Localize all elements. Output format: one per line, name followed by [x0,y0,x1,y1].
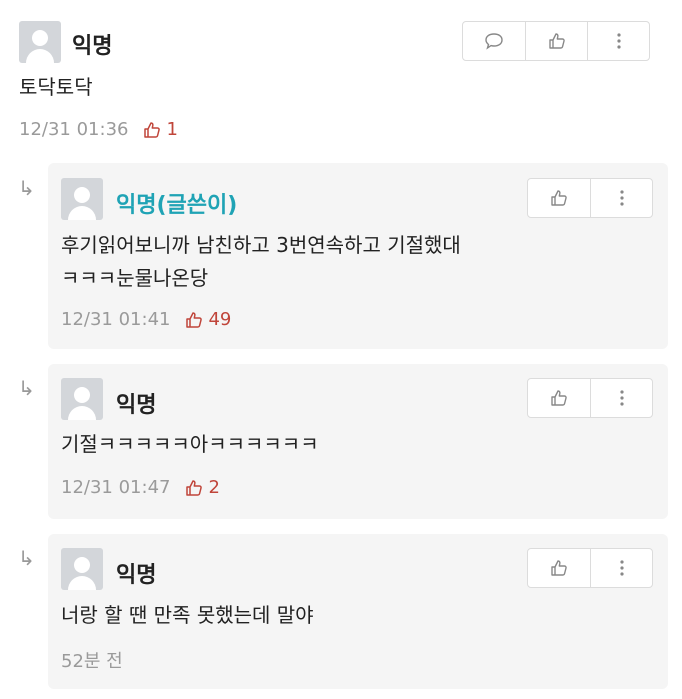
more-button[interactable] [590,379,652,417]
more-button[interactable] [590,549,652,587]
reply-text-line: 후기읽어보니까 남친하고 3번연속하고 기절했대 [61,233,461,257]
timestamp: 12/31 01:36 [19,119,129,140]
like-count: 49 [208,309,232,330]
thumbs-up-icon [551,190,567,206]
reply-actions [527,378,653,418]
like-button[interactable] [528,379,590,417]
avatar [19,21,61,63]
more-button[interactable] [590,179,652,217]
avatar [61,178,103,220]
comment-meta: 12/31 01:36 1 [19,119,178,140]
thumbs-up-icon [186,311,203,328]
like-count: 2 [208,477,220,498]
reply-arrow-icon: ↳ [18,546,35,570]
reply: 익명 너랑 할 땐 만족 못했는데 말야 52분 전 [48,534,668,689]
like-count: 1 [166,119,178,140]
comment-actions [462,21,650,61]
comment-author: 익명 [72,34,113,59]
vertical-dots-icon [619,560,624,576]
reply-actions [527,548,653,588]
like-button[interactable] [528,179,590,217]
reply-author: 익명(글쓴이) [116,193,238,218]
avatar [61,548,103,590]
timestamp: 12/31 01:47 [61,477,171,498]
timestamp: 52분 전 [61,651,123,672]
reply-text-line: 너랑 할 땐 만족 못했는데 말야 [61,603,314,627]
reply: 익명(글쓴이) 후기읽어보니까 남친하고 3번연속하고 기절했대 ㅋㅋㅋ눈물나온… [48,163,668,349]
reply-actions [527,178,653,218]
vertical-dots-icon [619,190,624,206]
reply-arrow-icon: ↳ [18,176,35,200]
reply-meta: 52분 전 [61,647,123,673]
more-button[interactable] [587,22,649,60]
vertical-dots-icon [619,390,624,406]
comment-text: 토닥토닥 [19,75,93,99]
avatar [61,378,103,420]
reply-meta: 12/31 01:41 49 [61,309,231,330]
reply: 익명 기절ㅋㅋㅋㅋㅋ아ㅋㅋㅋㅋㅋㅋ 12/31 01:47 2 [48,364,668,519]
thumbs-up-icon [186,479,203,496]
reply-text-line: ㅋㅋㅋ눈물나온당 [61,266,209,290]
thumbs-up-icon [551,560,567,576]
reply-arrow-icon: ↳ [18,376,35,400]
timestamp: 12/31 01:41 [61,309,171,330]
speech-bubble-icon [485,33,503,50]
like-button[interactable] [525,22,587,60]
thumbs-up-icon [144,121,161,138]
reply-author: 익명 [116,393,157,418]
thumbs-up-icon [551,390,567,406]
reply-button[interactable] [463,22,525,60]
reply-author: 익명 [116,563,157,588]
reply-text-line: 기절ㅋㅋㅋㅋㅋ아ㅋㅋㅋㅋㅋㅋ [61,432,319,456]
like-button[interactable] [528,549,590,587]
thumbs-up-icon [548,33,565,49]
reply-meta: 12/31 01:47 2 [61,477,220,498]
vertical-dots-icon [616,33,621,49]
